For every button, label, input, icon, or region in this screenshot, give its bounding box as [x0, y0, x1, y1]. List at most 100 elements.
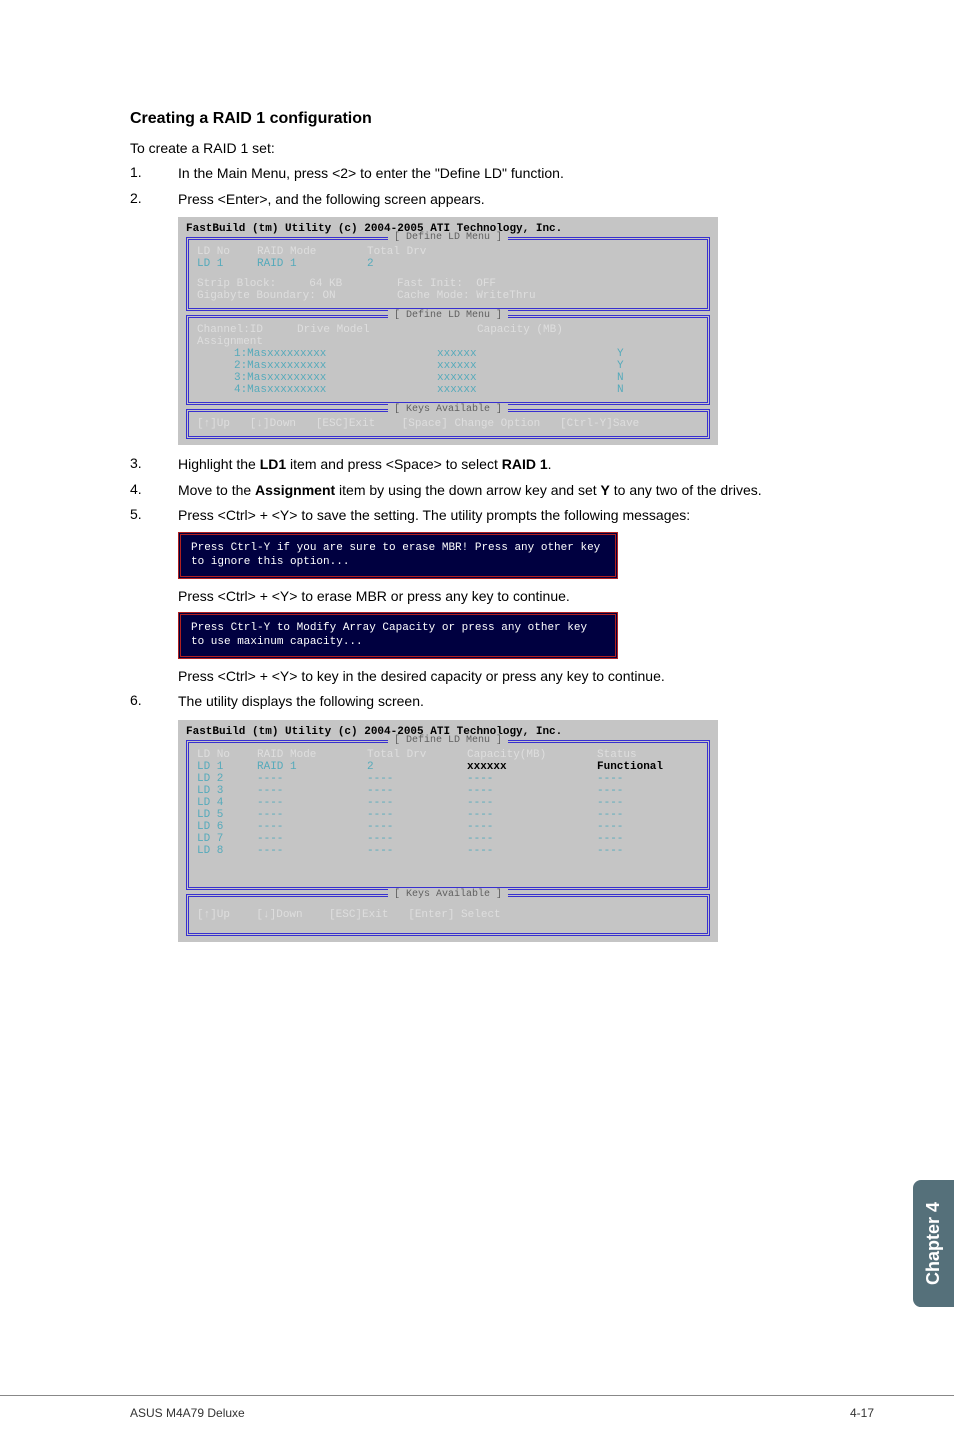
- value-ld-no: LD 4: [197, 797, 257, 809]
- bios-frame-keys: [ Keys Available ] [↑]Up [↓]Down [ESC]Ex…: [186, 894, 710, 936]
- dash: ----: [257, 833, 367, 845]
- dash: ----: [367, 833, 467, 845]
- keys-available: [↑]Up [↓]Down [ESC]Exit [Space] Change O…: [197, 418, 699, 430]
- dash: ----: [257, 809, 367, 821]
- drive-capacity: xxxxxx: [437, 348, 617, 360]
- dash: ----: [467, 845, 597, 857]
- bold: Assignment: [255, 482, 335, 498]
- header-capacity: Capacity (MB): [477, 324, 563, 336]
- dash: ----: [367, 773, 467, 785]
- dash: ----: [597, 809, 697, 821]
- dash: ----: [597, 785, 697, 797]
- dash: ----: [367, 785, 467, 797]
- value-ld-no: LD 1: [197, 258, 257, 270]
- header-raid-mode: RAID Mode: [257, 246, 367, 258]
- step-number: 4.: [130, 481, 178, 501]
- text: item and press <Space> to select: [286, 456, 502, 472]
- step-5a-text: Press <Ctrl> + <Y> to erase MBR or press…: [178, 587, 874, 607]
- label-strip-block: Strip Block:: [197, 278, 276, 290]
- step-text: Highlight the LD1 item and press <Space>…: [178, 455, 874, 475]
- text: to any two of the drives.: [610, 482, 762, 498]
- step-3: 3. Highlight the LD1 item and press <Spa…: [130, 455, 874, 475]
- drive-capacity: xxxxxx: [437, 360, 617, 372]
- chapter-tab: Chapter 4: [913, 1180, 954, 1307]
- value-ld-no: LD 7: [197, 833, 257, 845]
- drive-assignment: Y: [617, 348, 624, 360]
- drive-model: xxxxxxxxx: [267, 348, 437, 360]
- bios-frame-ld-menu-top: [ Define LD Menu ] LD No RAID Mode Total…: [186, 237, 710, 311]
- bios-frame-ld-list: [ Define LD Menu ] LD No RAID Mode Total…: [186, 740, 710, 890]
- bios-message-modify-capacity: Press Ctrl-Y to Modify Array Capacity or…: [178, 612, 618, 659]
- header-ld-no: LD No: [197, 749, 257, 761]
- text: Highlight the: [178, 456, 260, 472]
- value-total-drv: 2: [367, 258, 467, 270]
- header-ld-no: LD No: [197, 246, 257, 258]
- step-number: 1.: [130, 164, 178, 184]
- bios-screen-ld-list: FastBuild (tm) Utility (c) 2004-2005 ATI…: [178, 720, 718, 942]
- drive-model: xxxxxxxxx: [267, 360, 437, 372]
- value-gigabyte-boundary: ON: [322, 290, 335, 302]
- drive-id: 1:Mas: [197, 348, 267, 360]
- step-number: 6.: [130, 692, 178, 712]
- value-strip-block: 64 KB: [309, 278, 342, 290]
- dash: ----: [597, 797, 697, 809]
- dash: ----: [257, 797, 367, 809]
- header-assignment: Assignment: [197, 336, 263, 348]
- step-4: 4. Move to the Assignment item by using …: [130, 481, 874, 501]
- step-5b-text: Press <Ctrl> + <Y> to key in the desired…: [178, 667, 874, 687]
- dash: ----: [467, 833, 597, 845]
- bios-message-erase-mbr: Press Ctrl-Y if you are sure to erase MB…: [178, 532, 618, 579]
- drive-capacity: xxxxxx: [437, 384, 617, 396]
- header-drive-model: Drive Model: [297, 324, 477, 336]
- dash: ----: [467, 821, 597, 833]
- dash: ----: [467, 773, 597, 785]
- dash: ----: [257, 821, 367, 833]
- dash: ----: [367, 797, 467, 809]
- step-text: Move to the Assignment item by using the…: [178, 481, 874, 501]
- drive-id: 2:Mas: [197, 360, 267, 372]
- value-ld-no: LD 5: [197, 809, 257, 821]
- value-raid-mode: RAID 1: [257, 761, 367, 773]
- value-total-drv: 2: [367, 761, 467, 773]
- value-ld-no: LD 8: [197, 845, 257, 857]
- bios-screen-define-ld: FastBuild (tm) Utility (c) 2004-2005 ATI…: [178, 217, 718, 445]
- frame-label: [ Keys Available ]: [388, 889, 508, 900]
- value-fast-init: OFF: [476, 278, 496, 290]
- value-status: Functional: [597, 761, 697, 773]
- drive-capacity: xxxxxx: [437, 372, 617, 384]
- header-total-drv: Total Drv: [367, 246, 467, 258]
- dash: ----: [597, 833, 697, 845]
- dash: ----: [597, 821, 697, 833]
- value-ld-no: LD 6: [197, 821, 257, 833]
- drive-assignment: Y: [617, 360, 624, 372]
- drive-model: xxxxxxxxx: [267, 372, 437, 384]
- value-ld-no: LD 2: [197, 773, 257, 785]
- step-number: 2.: [130, 190, 178, 210]
- step-text: Press <Enter>, and the following screen …: [178, 190, 874, 210]
- dash: ----: [597, 845, 697, 857]
- step-5: 5. Press <Ctrl> + <Y> to save the settin…: [130, 506, 874, 526]
- bold: RAID 1: [502, 456, 548, 472]
- frame-label: [ Define LD Menu ]: [388, 232, 508, 243]
- step-text: In the Main Menu, press <2> to enter the…: [178, 164, 874, 184]
- frame-label: [ Define LD Menu ]: [388, 735, 508, 746]
- label-fast-init: Fast Init:: [397, 278, 463, 290]
- drive-id: 4:Mas: [197, 384, 267, 396]
- dash: ----: [367, 845, 467, 857]
- drive-assignment: N: [617, 372, 624, 384]
- header-capacity: Capacity(MB): [467, 749, 597, 761]
- dash: ----: [467, 809, 597, 821]
- text: Move to the: [178, 482, 255, 498]
- dash: ----: [257, 845, 367, 857]
- step-number: 5.: [130, 506, 178, 526]
- text: item by using the down arrow key and set: [335, 482, 600, 498]
- dash: ----: [367, 809, 467, 821]
- bios-frame-ld-menu-drives: [ Define LD Menu ] Channel:ID Drive Mode…: [186, 315, 710, 405]
- footer-page-number: 4-17: [850, 1406, 874, 1420]
- frame-label: [ Define LD Menu ]: [388, 310, 508, 321]
- label-gigabyte-boundary: Gigabyte Boundary:: [197, 290, 316, 302]
- dash: ----: [467, 785, 597, 797]
- drive-assignment: N: [617, 384, 624, 396]
- dash: ----: [257, 785, 367, 797]
- header-channel-id: Channel:ID: [197, 324, 297, 336]
